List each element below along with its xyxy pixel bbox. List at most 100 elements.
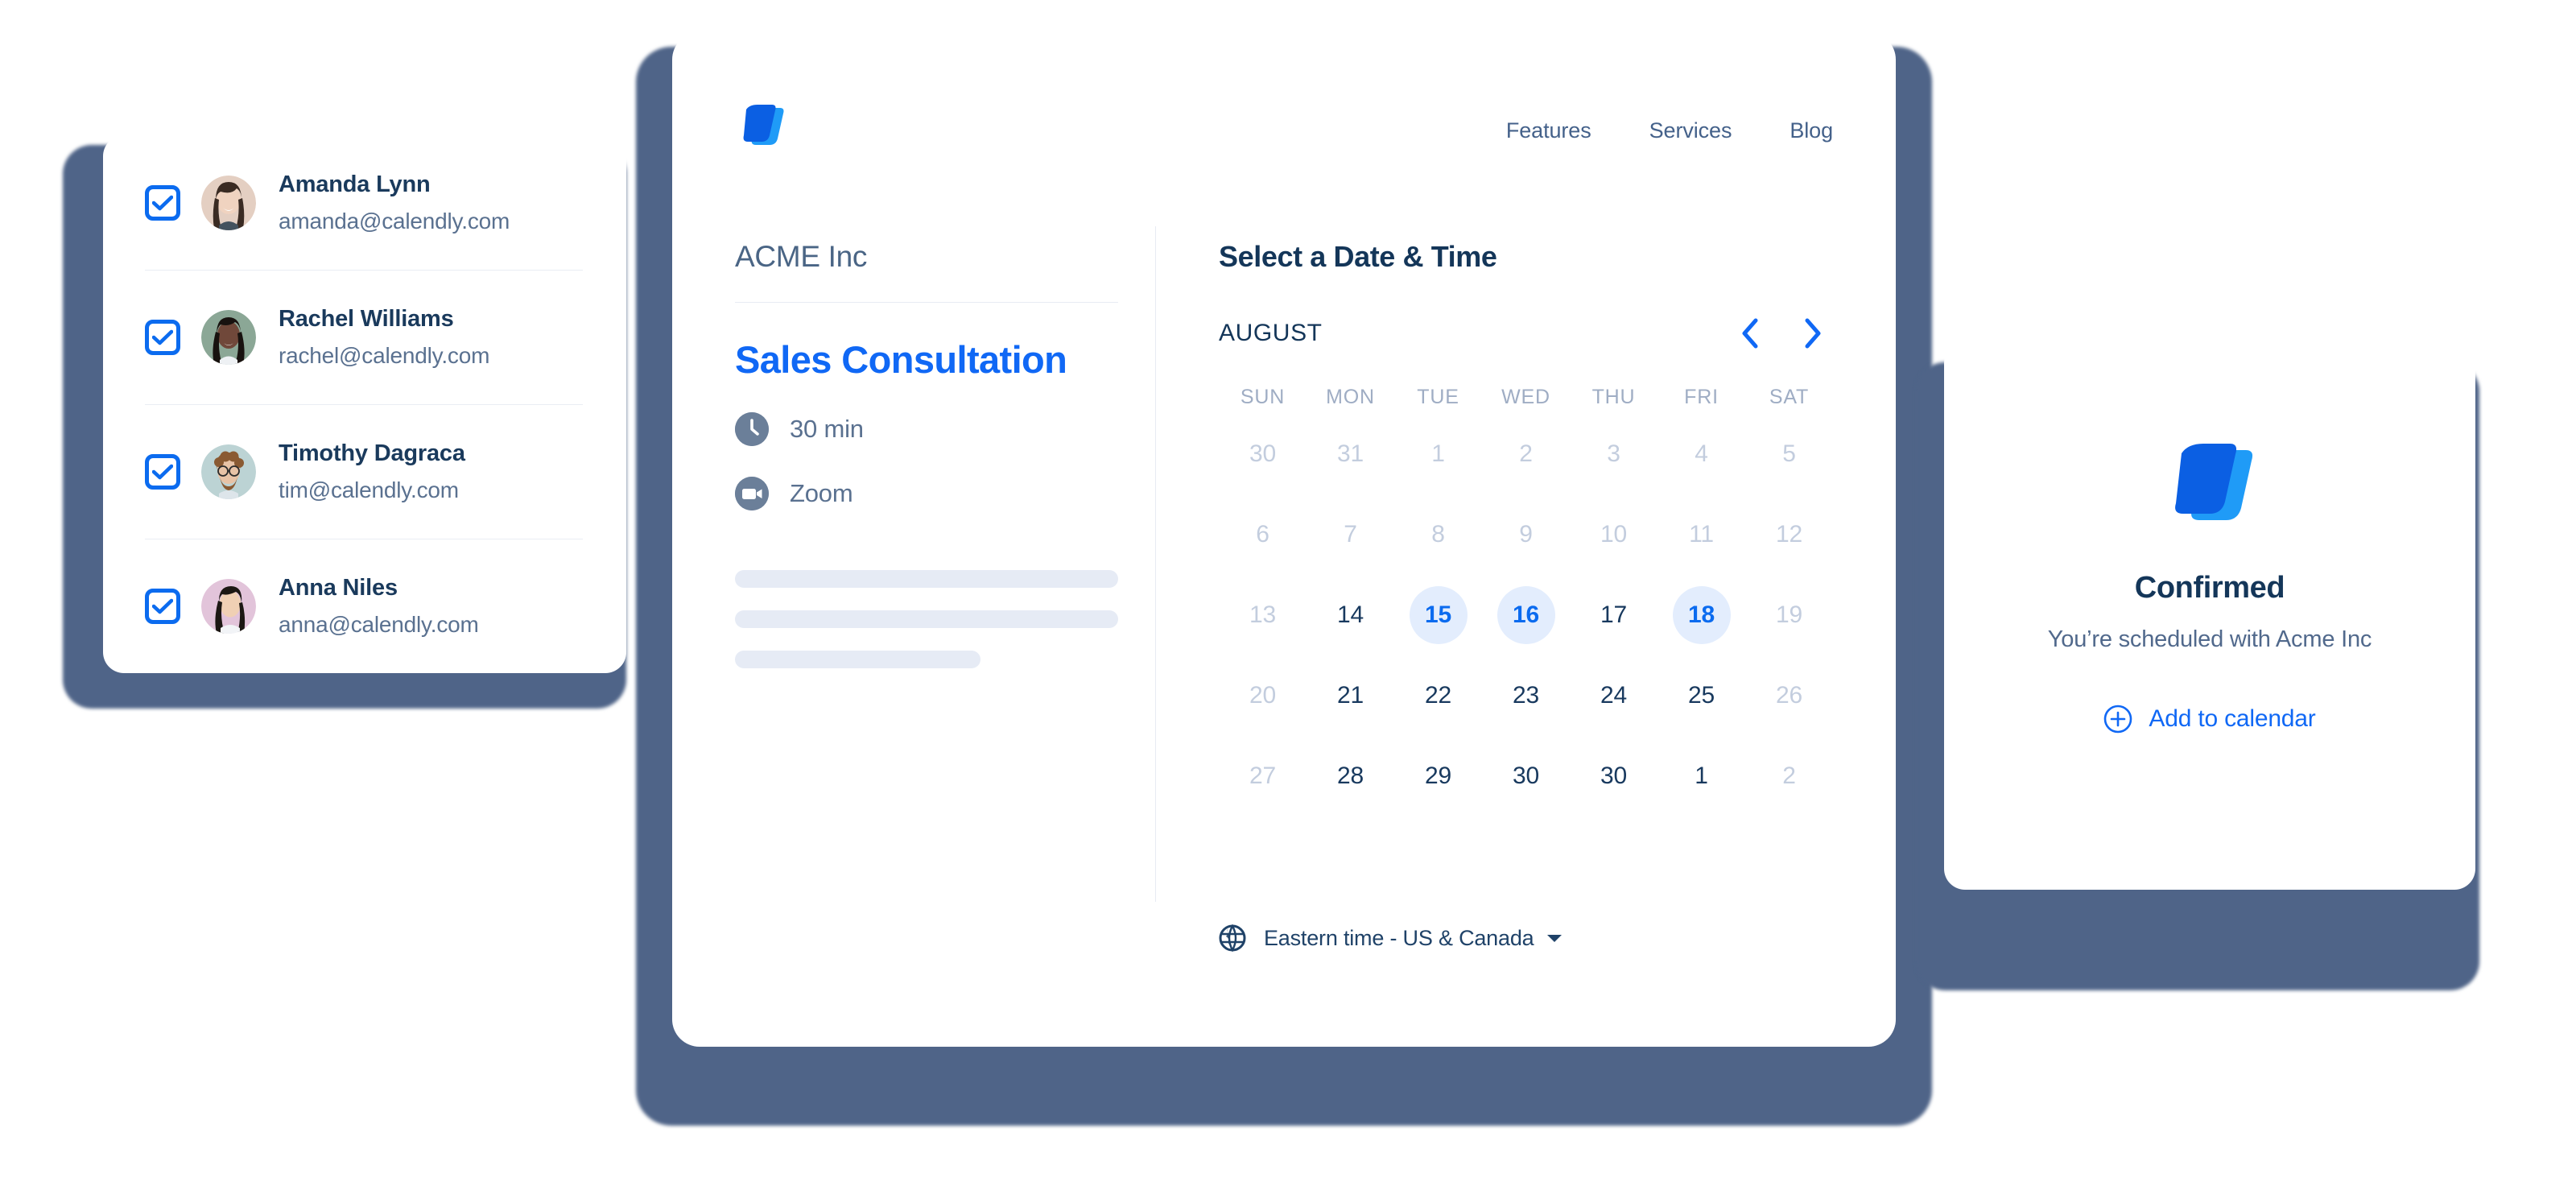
calendar-day-30[interactable]: 30 (1497, 747, 1555, 805)
divider (735, 301, 1118, 303)
booking-page-card: Features Services Blog ACME Inc Sales Co… (672, 32, 1896, 1047)
avatar (201, 444, 256, 499)
calendar-cell[interactable]: 22 (1394, 655, 1482, 736)
add-to-calendar-button[interactable]: Add to calendar (2103, 705, 2316, 734)
calendar-day-2: 2 (1782, 762, 1796, 789)
calendar-cell: 12 (1745, 494, 1833, 575)
calendar-day-20: 20 (1249, 681, 1276, 709)
event-location-label: Zoom (790, 479, 853, 508)
calendar-cell[interactable]: 28 (1307, 736, 1394, 816)
calendar-cell[interactable]: 1 (1657, 736, 1745, 816)
calendar-cell[interactable]: 23 (1482, 655, 1570, 736)
calendar-cell: 4 (1657, 414, 1745, 494)
calendar-week-row: 13 14 15 16 17 18 19 (1219, 575, 1833, 655)
calendly-logo-icon[interactable] (735, 100, 786, 153)
nav-link-features[interactable]: Features (1506, 118, 1591, 143)
calendar-cell: 6 (1219, 494, 1307, 575)
calendar-day-6: 6 (1256, 520, 1269, 548)
calendar-cell: 31 (1307, 414, 1394, 494)
calendar-day-29[interactable]: 29 (1410, 747, 1468, 805)
contact-name: Amanda Lynn (279, 171, 431, 197)
contact-checkbox[interactable] (145, 319, 180, 355)
calendar-day-12: 12 (1776, 520, 1802, 548)
calendar-day-28[interactable]: 28 (1322, 747, 1380, 805)
calendar-day-18[interactable]: 18 (1672, 585, 1731, 644)
contact-text: Anna Niles anna@calendly.com (279, 574, 479, 638)
contact-checkbox[interactable] (145, 588, 180, 624)
calendar-day-3: 3 (1607, 440, 1620, 467)
day-header-wed: WED (1501, 385, 1550, 408)
day-header-sun: SUN (1240, 385, 1286, 408)
calendar-day-25[interactable]: 25 (1673, 667, 1731, 725)
caret-down-icon (1547, 934, 1563, 942)
contact-email: tim@calendly.com (279, 477, 459, 502)
day-header-sat: SAT (1769, 385, 1810, 408)
screenshot-root: Amanda Lynn amanda@calendly.com Rachel W… (0, 0, 2576, 1182)
calendar-cell[interactable]: 25 (1657, 655, 1745, 736)
event-title: Sales Consultation (735, 337, 1067, 381)
chevron-right-icon (1805, 318, 1821, 349)
calendar-day-27: 27 (1249, 762, 1276, 789)
calendar-day-30[interactable]: 30 (1585, 747, 1643, 805)
calendar-day-24[interactable]: 24 (1585, 667, 1643, 725)
checkbox-checked-icon (152, 329, 173, 345)
calendar-cell: 26 (1745, 655, 1833, 736)
calendar-cell: 10 (1570, 494, 1657, 575)
calendar-day-5: 5 (1782, 440, 1796, 467)
calendar-cell[interactable]: 30 (1570, 736, 1657, 816)
calendar-day-1[interactable]: 1 (1673, 747, 1731, 805)
calendar-day-31: 31 (1337, 440, 1364, 467)
calendar-cell[interactable]: 17 (1570, 575, 1657, 655)
calendar-day-21[interactable]: 21 (1322, 667, 1380, 725)
calendar-cell[interactable]: 21 (1307, 655, 1394, 736)
calendar-cell: 5 (1745, 414, 1833, 494)
timezone-label: Eastern time - US & Canada (1264, 925, 1534, 950)
calendly-logo-icon (2175, 444, 2253, 520)
calendar-weeks: 30 31 1 2 3 4 5 6 7 8 9 10 11 12 13 14 15 16 17 18 19 20 21 22 2… (1219, 414, 1833, 816)
site-header: Features Services Blog (672, 32, 1896, 181)
nav-link-services[interactable]: Services (1649, 118, 1732, 143)
contact-selection-card: Amanda Lynn amanda@calendly.com Rachel W… (103, 135, 626, 673)
contact-checkbox[interactable] (145, 453, 180, 490)
calendar-day-16[interactable]: 16 (1496, 585, 1555, 644)
calendar-cell: 1 (1394, 414, 1482, 494)
calendar-cell[interactable]: 14 (1307, 575, 1394, 655)
calendar-cell: 13 (1219, 575, 1307, 655)
calendar-cell[interactable]: 30 (1482, 736, 1570, 816)
list-item[interactable]: Amanda Lynn amanda@calendly.com (103, 135, 626, 270)
calendar-nav (1730, 313, 1833, 353)
list-item[interactable]: Timothy Dagraca tim@calendly.com (103, 404, 626, 539)
calendar-cell: 3 (1570, 414, 1657, 494)
calendar-day-15[interactable]: 15 (1409, 585, 1468, 644)
chevron-left-icon (1742, 318, 1758, 349)
confirmation-title: Confirmed (2134, 571, 2285, 605)
calendar-day-13: 13 (1249, 601, 1276, 628)
calendar-day-23[interactable]: 23 (1497, 667, 1555, 725)
contact-text: Timothy Dagraca tim@calendly.com (279, 440, 465, 503)
avatar (201, 578, 256, 634)
calendar-day-17[interactable]: 17 (1585, 586, 1643, 644)
nav-link-blog[interactable]: Blog (1790, 118, 1833, 143)
plus-circle-icon (2104, 705, 2132, 734)
avatar-rachel-williams (201, 309, 256, 365)
calendar-week-row: 27 28 29 30 30 1 2 (1219, 736, 1833, 816)
description-placeholder-bar (735, 569, 1118, 588)
contact-checkbox[interactable] (145, 184, 180, 221)
list-item[interactable]: Anna Niles anna@calendly.com (103, 539, 626, 673)
video-camera-icon (735, 476, 769, 510)
avatar (201, 309, 256, 365)
calendar-day-14[interactable]: 14 (1322, 586, 1380, 644)
calendar-cell[interactable]: 18 (1657, 575, 1745, 655)
calendar-cell[interactable]: 29 (1394, 736, 1482, 816)
list-item[interactable]: Rachel Williams rachel@calendly.com (103, 270, 626, 404)
calendar-cell: 2 (1745, 736, 1833, 816)
calendar-cell[interactable]: 24 (1570, 655, 1657, 736)
calendar-cell[interactable]: 15 (1394, 575, 1482, 655)
checkbox-checked-icon (152, 195, 173, 210)
next-month-button[interactable] (1793, 313, 1833, 353)
prev-month-button[interactable] (1730, 313, 1770, 353)
timezone-selector[interactable]: Eastern time - US & Canada (1219, 924, 1563, 952)
calendar-cell[interactable]: 16 (1482, 575, 1570, 655)
calendar-day-22[interactable]: 22 (1410, 667, 1468, 725)
calendar-cell: 27 (1219, 736, 1307, 816)
